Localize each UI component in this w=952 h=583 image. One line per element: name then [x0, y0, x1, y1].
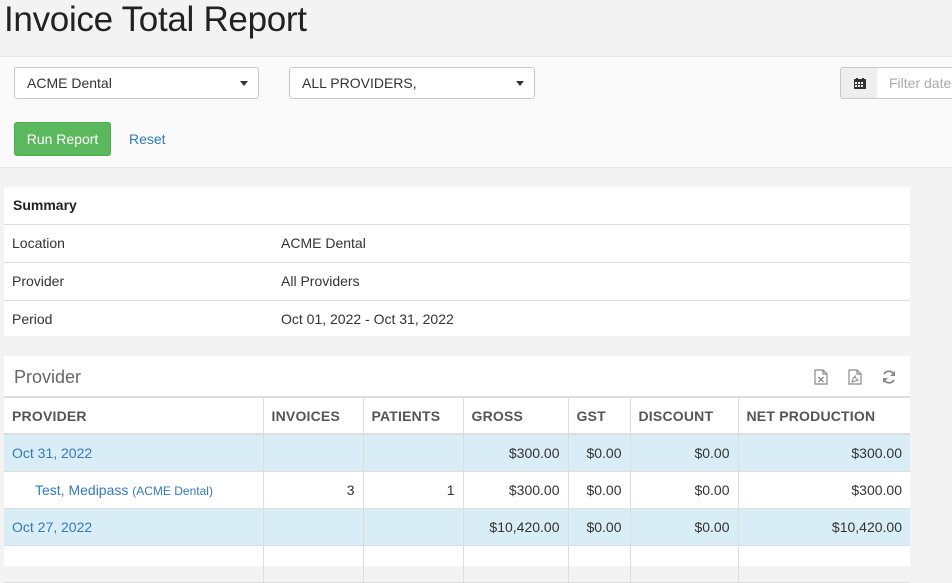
summary-value: All Providers	[281, 273, 360, 289]
date-filter	[840, 67, 952, 99]
summary-value: Oct 01, 2022 - Oct 31, 2022	[281, 311, 454, 327]
patients-cell: 1	[363, 471, 464, 509]
summary-panel: Summary Location ACME Dental Provider Al…	[4, 187, 910, 336]
provider-location: (ACME Dental)	[132, 483, 213, 498]
column-header-provider[interactable]: PROVIDER	[4, 396, 264, 435]
table-row[interactable]: Oct 27, 2022 $10,420.00 $0.00 $0.00 $10,…	[4, 508, 910, 546]
gross-cell: $300.00	[463, 471, 569, 509]
summary-row-location: Location ACME Dental	[4, 225, 910, 263]
discount-cell: $0.00	[630, 434, 739, 472]
calendar-icon	[854, 78, 866, 89]
run-report-button[interactable]: Run Report	[14, 122, 111, 156]
provider-select-value: ALL PROVIDERS,	[302, 75, 417, 91]
chevron-down-icon	[240, 81, 248, 86]
invoices-cell	[263, 434, 364, 472]
net-production-cell: $300.00	[738, 471, 910, 509]
patients-cell	[363, 545, 464, 583]
provider-panel-title: Provider	[14, 367, 82, 387]
gst-cell	[568, 545, 631, 583]
discount-cell: $0.00	[630, 508, 739, 546]
gross-cell: $300.00	[463, 434, 569, 472]
net-production-cell	[738, 545, 910, 583]
provider-cell[interactable]: Test, Medipass (ACME Dental)	[4, 471, 264, 509]
date-filter-input[interactable]	[877, 67, 952, 99]
table-row[interactable]: Oct 31, 2022 $300.00 $0.00 $0.00 $300.00	[4, 434, 910, 472]
patients-cell	[363, 434, 464, 472]
patients-cell	[363, 508, 464, 546]
pdf-export-icon[interactable]	[848, 369, 862, 385]
column-header-invoices[interactable]: INVOICES	[263, 396, 364, 435]
gst-cell: $0.00	[568, 508, 631, 546]
calendar-button[interactable]	[840, 67, 878, 99]
reset-link[interactable]: Reset	[129, 131, 166, 147]
provider-table: PROVIDER INVOICES PATIENTS GROSS GST DIS…	[4, 396, 910, 583]
gst-cell: $0.00	[568, 434, 631, 472]
invoices-cell: 3	[263, 471, 364, 509]
excel-export-icon[interactable]	[814, 369, 828, 385]
action-bar: Run Report Reset	[0, 112, 952, 168]
table-row	[4, 545, 910, 583]
gross-cell	[463, 545, 569, 583]
column-header-discount[interactable]: DISCOUNT	[630, 396, 739, 435]
discount-cell: $0.00	[630, 471, 739, 509]
summary-label: Provider	[12, 273, 65, 289]
gst-cell: $0.00	[568, 471, 631, 509]
filter-bar: ACME Dental ALL PROVIDERS,	[0, 56, 952, 113]
date-group-link[interactable]: Oct 27, 2022	[4, 508, 264, 546]
refresh-icon[interactable]	[881, 369, 897, 385]
invoices-cell	[263, 508, 364, 546]
summary-label: Period	[12, 311, 53, 327]
column-header-gross[interactable]: GROSS	[463, 396, 569, 435]
location-select[interactable]: ACME Dental	[14, 67, 259, 99]
net-production-cell: $10,420.00	[738, 508, 910, 546]
provider-select[interactable]: ALL PROVIDERS,	[289, 67, 535, 99]
page-title: Invoice Total Report	[4, 0, 307, 39]
summary-value: ACME Dental	[281, 235, 366, 251]
summary-row-provider: Provider All Providers	[4, 263, 910, 301]
date-group-link[interactable]: Oct 31, 2022	[4, 434, 264, 472]
summary-label: Location	[12, 235, 65, 251]
column-header-patients[interactable]: PATIENTS	[363, 396, 464, 435]
discount-cell	[630, 545, 739, 583]
summary-heading: Summary	[4, 187, 910, 225]
invoices-cell	[263, 545, 364, 583]
chevron-down-icon	[516, 81, 524, 86]
provider-name-link[interactable]: Test, Medipass	[35, 482, 128, 498]
gross-cell: $10,420.00	[463, 508, 569, 546]
provider-cell[interactable]	[4, 545, 264, 583]
column-header-net-production[interactable]: NET PRODUCTION	[738, 396, 910, 435]
table-header-row: PROVIDER INVOICES PATIENTS GROSS GST DIS…	[4, 396, 910, 435]
column-header-gst[interactable]: GST	[568, 396, 631, 435]
location-select-value: ACME Dental	[27, 75, 112, 91]
table-row: Test, Medipass (ACME Dental) 3 1 $300.00…	[4, 471, 910, 509]
provider-panel: Provider PROVIDER INVOICES PATIENTS GROS…	[4, 356, 910, 583]
net-production-cell: $300.00	[738, 434, 910, 472]
summary-row-period: Period Oct 01, 2022 - Oct 31, 2022	[4, 301, 910, 338]
